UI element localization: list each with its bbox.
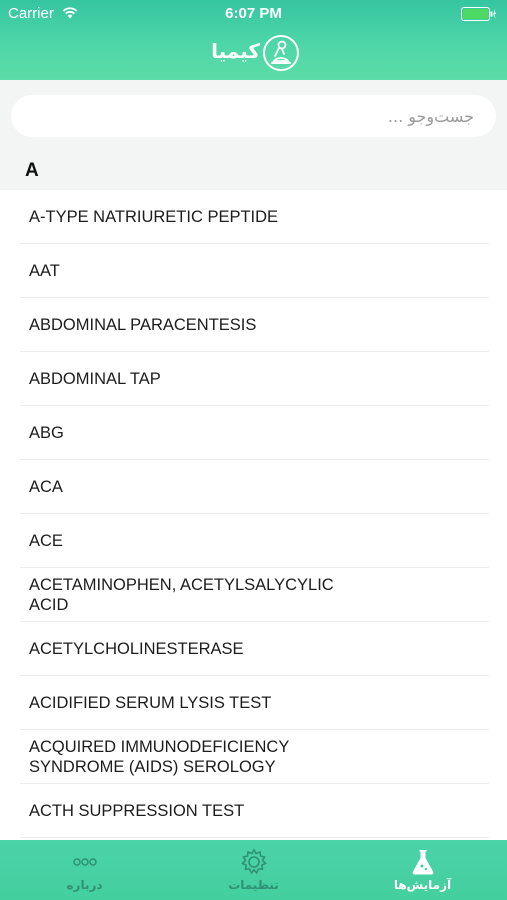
list-item-label: ABDOMINAL TAP xyxy=(29,370,161,388)
list-item-label: ACA xyxy=(29,478,63,496)
list-item-label: ACETAMINOPHEN, ACETYLSALYCYLIC ACID xyxy=(29,576,334,614)
list-item-label: ACTH SUPPRESSION TEST xyxy=(29,802,245,820)
list-item[interactable]: AAT xyxy=(0,244,507,298)
clock: 6:07 PM xyxy=(225,5,282,22)
app-title: کیمیا xyxy=(211,41,260,63)
list-item[interactable]: ABG xyxy=(0,406,507,460)
microscope-logo-icon xyxy=(263,35,299,71)
tab-about[interactable]: درباره xyxy=(0,840,169,900)
list-item[interactable]: ACIDIFIED SERUM LYSIS TEST xyxy=(0,676,507,730)
tests-list: A-TYPE NATRIURETIC PEPTIDE AAT ABDOMINAL… xyxy=(0,190,507,840)
list-item[interactable]: ABDOMINAL TAP xyxy=(0,352,507,406)
list-item[interactable]: ACQUIRED IMMUNODEFICIENCY SYNDROME (AIDS… xyxy=(0,730,507,784)
list-item-label: ACE xyxy=(29,532,63,550)
list-item-label: A-TYPE NATRIURETIC PEPTIDE xyxy=(29,208,279,226)
tab-settings[interactable]: تنظیمات xyxy=(169,840,338,900)
list-item[interactable]: ACA xyxy=(0,460,507,514)
list-item[interactable]: ACETAMINOPHEN, ACETYLSALYCYLIC ACID xyxy=(0,568,507,622)
list-item[interactable]: A-TYPE NATRIURETIC PEPTIDE xyxy=(0,190,507,244)
status-bar: Carrier 6:07 PM xyxy=(0,0,507,28)
tab-bar: درباره تنظیمات آزمایش‌ها xyxy=(0,840,507,900)
tab-tests-label: آزمایش‌ها xyxy=(393,878,452,892)
tab-settings-label: تنظیمات xyxy=(228,878,279,892)
tab-tests[interactable]: آزمایش‌ها xyxy=(338,840,507,900)
list-item-label: ABG xyxy=(29,424,64,442)
search-input[interactable] xyxy=(11,95,496,137)
nav-header: Carrier 6:07 PM کیمیا xyxy=(0,0,507,80)
list-item-label: AAT xyxy=(29,262,60,280)
list-item[interactable]: ACE xyxy=(0,514,507,568)
list-item[interactable]: ACTH SUPPRESSION TEST xyxy=(0,784,507,838)
ellipsis-icon xyxy=(72,858,97,866)
search-bar xyxy=(0,80,507,152)
tab-about-label: درباره xyxy=(66,878,103,892)
battery-icon xyxy=(461,7,496,21)
list-item-label: ACETYLCHOLINESTERASE xyxy=(29,640,244,658)
list-item-label: ABDOMINAL PARACENTESIS xyxy=(29,316,257,334)
list-item-label: ACIDIFIED SERUM LYSIS TEST xyxy=(29,694,272,712)
list-item[interactable]: ACETYLCHOLINESTERASE xyxy=(0,622,507,676)
list-item-label: ACQUIRED IMMUNODEFICIENCY SYNDROME (AIDS… xyxy=(29,738,290,776)
gear-icon xyxy=(240,848,267,875)
section-header: A xyxy=(0,152,507,190)
list-item[interactable]: ABDOMINAL PARACENTESIS xyxy=(0,298,507,352)
flask-icon xyxy=(412,850,433,875)
